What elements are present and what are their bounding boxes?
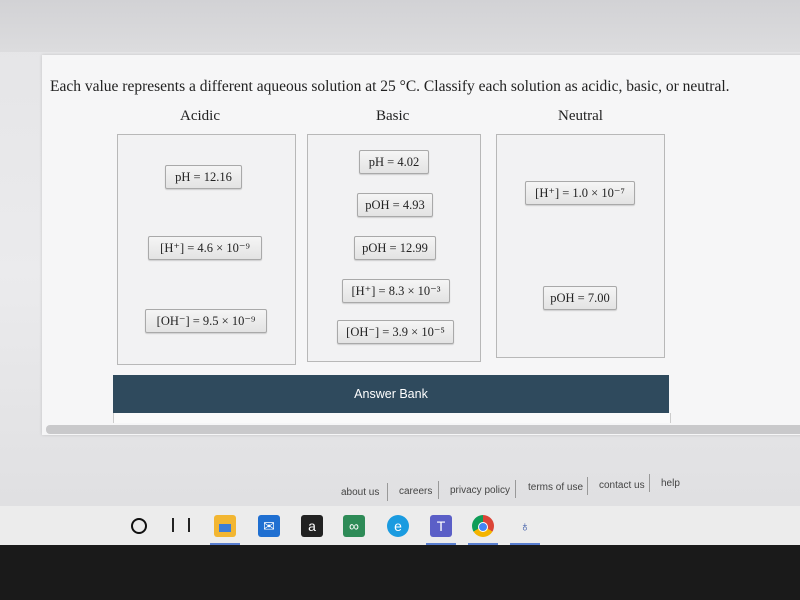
active-app-indicator (210, 543, 240, 545)
drop-zone-neutral[interactable] (496, 134, 665, 358)
footer-link-help[interactable]: help (661, 478, 680, 489)
answer-bank-area[interactable] (113, 413, 671, 423)
answer-bank-header: Answer Bank (113, 375, 669, 413)
footer-divider (649, 474, 650, 492)
tripadvisor-icon[interactable]: ∞ (343, 515, 365, 537)
answer-tile[interactable]: [H⁺] = 8.3 × 10⁻³ (342, 279, 450, 303)
answer-tile[interactable]: [OH⁻] = 9.5 × 10⁻⁹ (145, 309, 267, 333)
footer-divider (438, 481, 439, 499)
answer-tile[interactable]: pOH = 7.00 (543, 286, 617, 310)
amazon-icon[interactable]: a (301, 515, 323, 537)
app-icon[interactable]: ♁ (514, 515, 536, 537)
task-view-icon[interactable] (172, 518, 190, 532)
answer-tile[interactable]: pH = 12.16 (165, 165, 242, 189)
page-header-area (0, 0, 800, 52)
question-prompt: Each value represents a different aqueou… (50, 78, 730, 95)
column-heading-basic: Basic (376, 108, 410, 124)
footer-link-careers[interactable]: careers (399, 486, 432, 497)
active-app-indicator (510, 543, 540, 545)
active-app-indicator (426, 543, 456, 545)
mail-icon[interactable]: ✉ (258, 515, 280, 537)
column-heading-neutral: Neutral (558, 108, 603, 124)
footer-divider (587, 477, 588, 495)
footer-divider (515, 480, 516, 498)
answer-tile[interactable]: [H⁺] = 1.0 × 10⁻⁷ (525, 181, 635, 205)
horizontal-scrollbar[interactable] (46, 425, 800, 434)
teams-icon[interactable]: T (430, 515, 452, 537)
column-heading-acidic: Acidic (180, 108, 220, 124)
answer-tile[interactable]: [OH⁻] = 3.9 × 10⁻⁵ (337, 320, 454, 344)
active-app-indicator (468, 543, 498, 545)
footer-link-contact-us[interactable]: contact us (599, 480, 645, 491)
footer-link-about-us[interactable]: about us (341, 487, 379, 498)
browser-viewport: Each value represents a different aqueou… (0, 0, 800, 545)
windows-taskbar: ✉ a ∞ e T ♁ (0, 506, 800, 545)
answer-tile[interactable]: pH = 4.02 (359, 150, 429, 174)
footer-link-terms-of-use[interactable]: terms of use (528, 482, 583, 493)
answer-tile[interactable]: [H⁺] = 4.6 × 10⁻⁹ (148, 236, 262, 260)
answer-tile[interactable]: pOH = 12.99 (354, 236, 436, 260)
chrome-icon[interactable] (472, 515, 494, 537)
footer-divider (387, 483, 388, 501)
edge-icon[interactable]: e (387, 515, 409, 537)
answer-tile[interactable]: pOH = 4.93 (357, 193, 433, 217)
cortana-icon[interactable] (131, 518, 147, 534)
footer-link-privacy-policy[interactable]: privacy policy (450, 485, 510, 496)
file-explorer-icon[interactable] (214, 515, 236, 537)
